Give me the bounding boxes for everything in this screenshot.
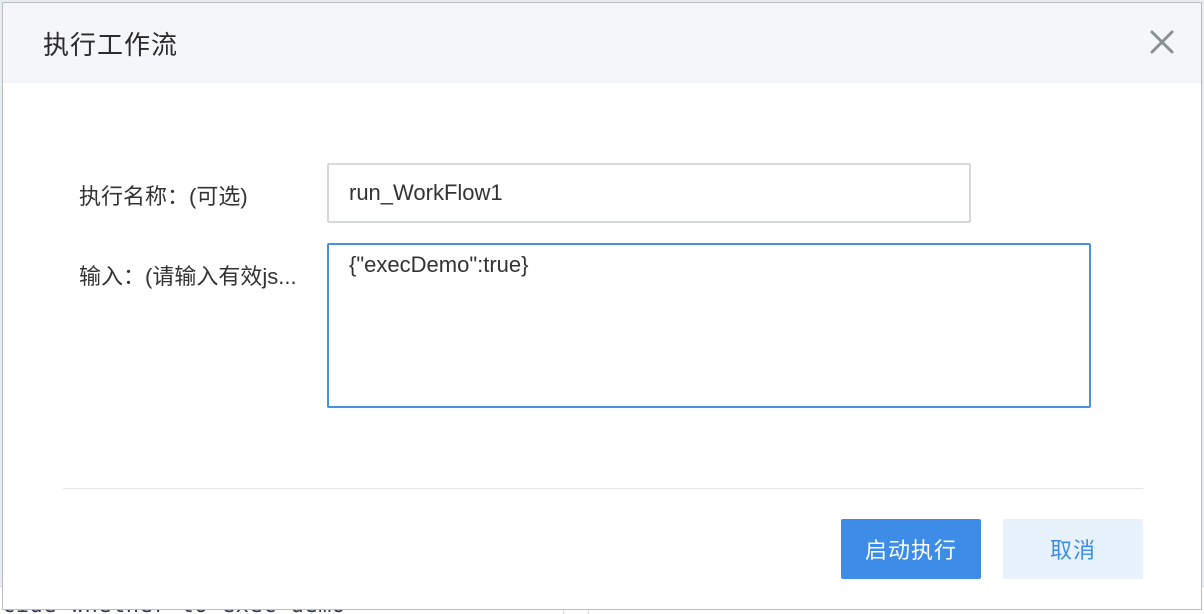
execution-input-row: 输入：(请输入有效js... {"execDemo":true} [3, 243, 1201, 408]
page: cide whether to exec demo 执行工作流 执行名称：(可选… [0, 0, 1204, 614]
execution-input-label: 输入：(请输入有效js... [79, 264, 297, 289]
execution-name-input[interactable] [327, 163, 971, 223]
start-execution-button[interactable]: 启动执行 [841, 519, 981, 579]
close-icon [1150, 30, 1174, 54]
execution-name-row: 执行名称：(可选) [3, 163, 1201, 223]
execution-name-label: 执行名称：(可选) [79, 184, 248, 209]
dialog-title: 执行工作流 [43, 30, 179, 60]
execution-input-textarea[interactable]: {"execDemo":true} [327, 243, 1091, 408]
cancel-button[interactable]: 取消 [1003, 519, 1143, 579]
execute-workflow-dialog: 执行工作流 执行名称：(可选) 输入：(请输入有效js... {"execDem… [2, 2, 1202, 610]
close-button[interactable] [1147, 27, 1177, 57]
footer-divider [63, 488, 1143, 489]
dialog-header: 执行工作流 [3, 3, 1201, 83]
